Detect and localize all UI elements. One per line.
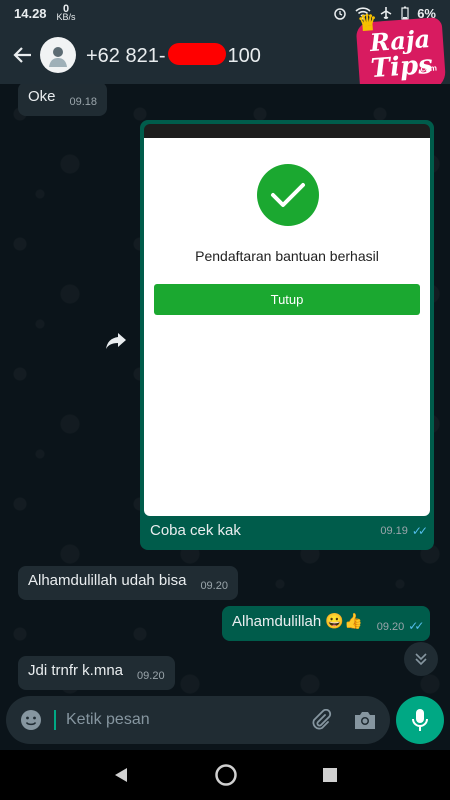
message-input-container[interactable]: [6, 696, 390, 744]
message-text: Alhamdulillah 😀👍: [232, 613, 363, 630]
system-nav-bar: [0, 750, 450, 800]
redaction-mark: [167, 42, 226, 65]
watermark-domain: .com: [417, 63, 438, 74]
message-text: Alhamdulillah udah bisa: [28, 572, 187, 589]
network-speed: 0 KB/s: [56, 4, 76, 22]
success-message: Pendaftaran bantuan berhasil: [195, 248, 379, 264]
message-time: 09.20: [137, 670, 165, 682]
success-check-icon: [257, 164, 319, 226]
message-time: 09.19: [380, 524, 408, 537]
nav-back-icon[interactable]: [112, 766, 130, 784]
forward-icon: [106, 333, 126, 349]
avatar-person-icon: [49, 47, 67, 67]
message-outgoing-image[interactable]: Security check Pendaftaran bantuan berha…: [140, 120, 434, 550]
message-incoming[interactable]: Alhamdulillah udah bisa 09.20: [18, 566, 238, 600]
image-close-button: Tutup: [154, 284, 420, 315]
message-composer: [0, 694, 450, 750]
contact-number-prefix: +62 821-: [86, 44, 166, 67]
scroll-to-bottom-button[interactable]: [404, 642, 438, 676]
camera-icon: [355, 712, 375, 729]
microphone-icon: [412, 709, 428, 731]
message-text: Oke: [28, 88, 56, 105]
network-speed-unit: KB/s: [56, 12, 76, 22]
attach-button[interactable]: [308, 707, 334, 733]
image-top-text: Security check: [257, 124, 317, 134]
message-outgoing[interactable]: Alhamdulillah 😀👍 09.20 ✓✓: [222, 606, 431, 641]
emoji-button[interactable]: [18, 707, 44, 733]
airplane-mode-icon: [380, 7, 392, 19]
nav-recents-icon[interactable]: [322, 767, 338, 783]
message-time: 09.20: [376, 621, 405, 633]
crown-icon: ♛: [356, 9, 379, 37]
chevron-double-down-icon: [415, 653, 427, 666]
message-time: 09.18: [69, 96, 98, 108]
message-time: 09.20: [200, 580, 228, 592]
battery-icon: [401, 6, 409, 20]
image-caption: Coba cek kak: [150, 522, 241, 539]
message-text: Jdi trnfr k.mna: [28, 662, 124, 679]
contact-name[interactable]: +62 821- 100: [86, 42, 261, 68]
back-arrow-icon: [13, 47, 31, 63]
contact-number-suffix: 100: [227, 44, 261, 67]
status-time: 14.28: [14, 5, 47, 21]
read-receipt-icon: ✓✓: [411, 523, 428, 538]
nav-home-icon[interactable]: [214, 763, 238, 787]
chat-area[interactable]: Oke 09.18 Security check Pendaftaran bant…: [0, 84, 450, 694]
text-cursor: [54, 710, 56, 730]
message-incoming[interactable]: Jdi trnfr k.mna 09.20: [18, 656, 175, 690]
message-input[interactable]: [66, 711, 308, 729]
emoji-icon: [21, 710, 41, 730]
screenshot-image[interactable]: Security check Pendaftaran bantuan berha…: [144, 124, 430, 516]
back-button[interactable]: [10, 42, 36, 68]
read-receipt-icon: ✓✓: [408, 619, 424, 633]
forward-button[interactable]: [104, 328, 128, 352]
contact-avatar[interactable]: [40, 37, 76, 73]
image-caption-row: Coba cek kak 09.19 ✓✓: [144, 516, 430, 539]
alarm-icon: [334, 8, 346, 20]
camera-button[interactable]: [352, 707, 378, 733]
voice-record-button[interactable]: [396, 696, 444, 744]
paperclip-icon: [312, 709, 332, 730]
message-incoming[interactable]: Oke 09.18: [18, 84, 108, 116]
